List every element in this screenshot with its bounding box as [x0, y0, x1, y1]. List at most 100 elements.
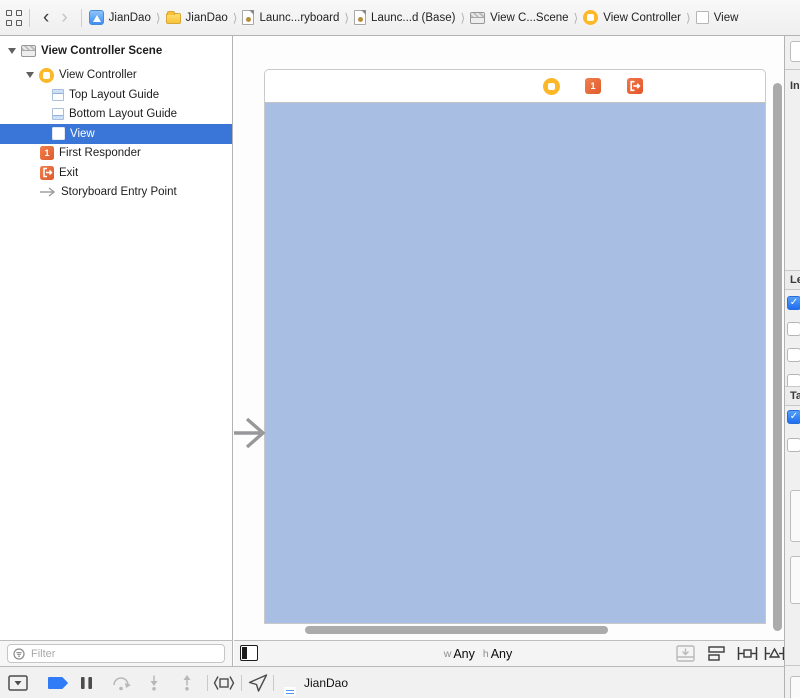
xcode-window: ‹ › JianDao ⟩ JianDao ⟩ Launc...ryboard …: [0, 0, 800, 698]
outline-row-entry-point[interactable]: Storyboard Entry Point: [0, 183, 232, 203]
jump-bar: ‹ › JianDao ⟩ JianDao ⟩ Launc...ryboard …: [0, 0, 800, 36]
checkbox-checked[interactable]: ✓: [787, 410, 800, 424]
pause-execution-icon[interactable]: [80, 676, 93, 690]
view-controller-header-bar: 1: [265, 70, 765, 103]
divider: [207, 675, 208, 691]
breakpoints-toggle-icon[interactable]: [47, 676, 69, 690]
inspector-section-label: Ta: [790, 390, 800, 402]
first-responder-icon: 1: [40, 146, 54, 161]
checkbox-unchecked[interactable]: [787, 322, 800, 336]
step-into-icon[interactable]: [146, 675, 162, 691]
breadcrumb-separator: ⟩: [155, 10, 161, 25]
view-icon: [52, 127, 65, 141]
vertical-scrollbar[interactable]: [773, 83, 782, 631]
scene-icon: [470, 11, 486, 24]
outline-label: First Responder: [59, 147, 141, 160]
view-icon: [695, 11, 709, 24]
outline-label: Exit: [59, 166, 79, 179]
view-controller-icon[interactable]: [543, 78, 560, 95]
step-over-icon[interactable]: [111, 675, 133, 691]
outline-row-view-controller[interactable]: View Controller: [0, 66, 232, 86]
inspector-field[interactable]: [790, 41, 800, 62]
outline-row-view[interactable]: View: [0, 124, 232, 144]
outline-row-first-responder[interactable]: 1 First Responder: [0, 144, 232, 164]
height-value: Any: [490, 646, 513, 661]
breadcrumb-view[interactable]: View: [695, 11, 739, 24]
first-responder-icon[interactable]: 1: [585, 78, 601, 94]
outline-row-bottom-layout-guide[interactable]: Bottom Layout Guide: [0, 105, 232, 125]
outline-row-top-layout-guide[interactable]: Top Layout Guide: [0, 85, 232, 105]
root-view[interactable]: [265, 103, 765, 623]
outline-row-scene[interactable]: View Controller Scene: [0, 41, 232, 61]
breadcrumb-storyboard-base[interactable]: Launc...d (Base): [354, 10, 455, 25]
inspector-section-label: Le: [790, 274, 800, 286]
outline-label: View: [70, 127, 95, 140]
canvas-bottom-bar: w Any h Any: [234, 640, 785, 666]
checkbox-unchecked[interactable]: [787, 438, 800, 452]
inspector-field[interactable]: [790, 556, 800, 604]
exit-icon[interactable]: [627, 78, 643, 94]
inspector-field[interactable]: [790, 490, 800, 542]
height-prefix: h: [482, 647, 489, 660]
resolve-auto-layout-icon[interactable]: [764, 645, 785, 662]
horizontal-scrollbar[interactable]: [305, 626, 608, 634]
pin-icon[interactable]: [737, 645, 758, 662]
disclosure-triangle-icon[interactable]: [8, 47, 16, 54]
scene-icon: [21, 44, 36, 57]
process-name[interactable]: JianDao: [304, 667, 348, 698]
embed-in-stack-icon[interactable]: [676, 645, 695, 662]
storyboard-canvas[interactable]: 1: [234, 36, 784, 640]
simulate-location-icon[interactable]: [248, 673, 268, 692]
outline-filter-bar: [0, 640, 233, 666]
breadcrumb-project[interactable]: JianDao: [88, 10, 151, 25]
inspector-section-header: Ta: [785, 386, 800, 406]
debug-view-hierarchy-icon[interactable]: [213, 675, 235, 691]
outline-label: View Controller Scene: [41, 44, 163, 57]
document-outline: View Controller Scene View Controller To…: [0, 36, 233, 640]
breadcrumb-scene[interactable]: View C...Scene: [470, 11, 569, 24]
divider: [785, 665, 800, 666]
step-out-icon[interactable]: [179, 674, 195, 691]
breadcrumb-separator: ⟩: [460, 10, 466, 25]
breadcrumb-storyboard[interactable]: Launc...ryboard: [242, 10, 339, 25]
breadcrumb-separator: ⟩: [344, 10, 350, 25]
folder-icon: [165, 11, 181, 24]
breadcrumb-view-controller[interactable]: View Controller: [583, 10, 681, 25]
breadcrumb-label: View: [713, 11, 739, 24]
align-icon[interactable]: [708, 645, 726, 662]
size-class-control[interactable]: w Any h Any: [206, 641, 756, 666]
storyboard-entry-point-arrow[interactable]: [234, 416, 270, 450]
checkbox-unchecked[interactable]: [787, 348, 800, 362]
filter-icon: [13, 647, 25, 660]
top-layout-guide-icon: [52, 88, 64, 101]
divider: [80, 8, 82, 27]
entry-point-arrow-icon: [40, 187, 56, 197]
checkbox-checked[interactable]: ✓: [787, 296, 800, 310]
filter-input[interactable]: [29, 646, 219, 661]
width-value: Any: [453, 646, 475, 661]
view-controller-frame[interactable]: 1: [265, 70, 765, 623]
width-prefix: w: [443, 647, 452, 660]
storyboard-file-icon: [354, 10, 367, 25]
breadcrumb-group[interactable]: JianDao: [165, 11, 228, 24]
bottom-layout-guide-icon: [52, 108, 64, 121]
breadcrumb-separator: ⟩: [232, 10, 238, 25]
hide-debug-area-icon[interactable]: [8, 674, 28, 691]
related-items-icon[interactable]: [6, 9, 22, 26]
view-controller-icon: [39, 67, 54, 83]
outline-label: View Controller: [59, 69, 137, 82]
divider: [29, 8, 30, 27]
inspector-field[interactable]: [790, 676, 800, 698]
utilities-panel: In Le ✓ Ta ✓: [784, 36, 800, 698]
forward-button[interactable]: ›: [55, 8, 73, 27]
disclosure-triangle-icon[interactable]: [26, 72, 34, 79]
debug-bar: JianDao: [0, 666, 784, 698]
breadcrumb-label: Launc...ryboard: [259, 11, 340, 24]
back-button[interactable]: ‹: [37, 8, 55, 27]
filter-field[interactable]: [7, 644, 225, 663]
divider: [273, 675, 274, 691]
view-controller-icon: [583, 10, 599, 25]
breadcrumb-label: JianDao: [185, 11, 228, 24]
outline-row-exit[interactable]: Exit: [0, 163, 232, 183]
breadcrumb-label: View Controller: [603, 11, 681, 24]
